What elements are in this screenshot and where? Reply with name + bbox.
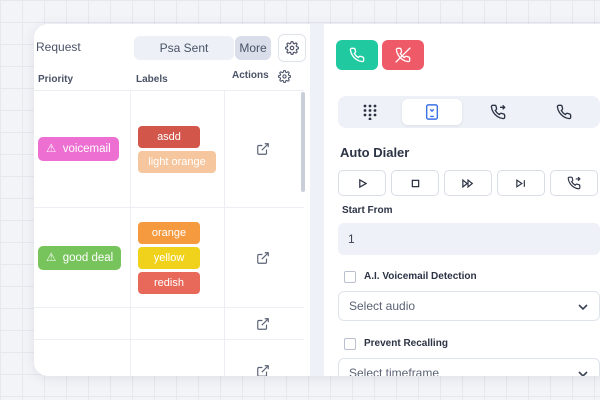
phone-forward-icon (567, 176, 581, 190)
column-header-actions: Actions (232, 70, 269, 81)
label-tag[interactable]: orange (138, 222, 200, 244)
phone-calling-icon (556, 104, 572, 120)
tab-auto-dialer[interactable] (402, 99, 462, 125)
more-button[interactable]: More (235, 36, 271, 60)
select-timeframe-placeholder: Select timeframe (349, 366, 440, 376)
gear-icon (278, 70, 291, 83)
play-icon (358, 178, 367, 188)
start-from-label: Start From (342, 205, 393, 216)
chevron-down-icon (578, 304, 588, 311)
skip-next-button[interactable] (497, 170, 545, 196)
fast-forward-icon (462, 178, 474, 188)
external-link-icon[interactable] (256, 251, 270, 265)
select-audio-dropdown[interactable]: Select audio (338, 291, 600, 321)
warning-icon: ⚠ (46, 252, 57, 264)
external-link-icon[interactable] (256, 364, 270, 376)
label-tag-text: asdd (157, 131, 181, 143)
column-divider (224, 90, 225, 376)
table-tab-bar: Request Psa Sent More (34, 34, 310, 62)
skip-next-icon (516, 178, 525, 188)
label-tag-text: light orange (148, 156, 206, 168)
external-link-icon[interactable] (256, 317, 270, 331)
start-from-input[interactable]: 1 (338, 223, 600, 255)
column-divider (130, 90, 131, 376)
gear-icon (285, 41, 299, 55)
settings-button[interactable] (278, 34, 306, 62)
voicemail-detection-label: A.I. Voicemail Detection (364, 271, 477, 282)
priority-label: good deal (62, 252, 114, 264)
prevent-recalling-label: Prevent Recalling (364, 338, 448, 349)
column-settings-button[interactable] (278, 70, 291, 86)
row-divider (34, 339, 304, 340)
prevent-recalling-checkbox[interactable] (344, 338, 356, 350)
row-divider (34, 307, 304, 308)
row-divider (34, 207, 304, 208)
priority-label: voicemail (62, 143, 111, 155)
tab-keypad[interactable] (340, 99, 400, 125)
label-tag[interactable]: redish (138, 272, 200, 294)
tab-psa-sent[interactable]: Psa Sent (134, 36, 234, 60)
label-tag-text: yellow (153, 252, 185, 264)
select-timeframe-dropdown[interactable]: Select timeframe (338, 358, 600, 376)
label-tag[interactable]: asdd (138, 126, 200, 148)
call-transfer-button[interactable] (550, 170, 598, 196)
phone-forward-icon (490, 104, 506, 120)
mobile-phone-icon (425, 104, 439, 120)
warning-icon: ⚠ (46, 143, 57, 155)
row-divider (34, 90, 304, 91)
contacts-table-panel: Request Psa Sent More Priority Labels Ac… (34, 24, 310, 376)
auto-dialer-title: Auto Dialer (340, 145, 410, 160)
label-tag[interactable]: yellow (138, 247, 200, 269)
priority-badge[interactable]: ⚠ voicemail (38, 137, 119, 161)
table-scrollbar[interactable] (301, 92, 305, 192)
voicemail-detection-checkbox[interactable] (344, 271, 356, 283)
label-tag-text: orange (151, 227, 187, 239)
fast-forward-button[interactable] (444, 170, 492, 196)
accept-call-button[interactable] (336, 40, 378, 70)
app-window: Request Psa Sent More Priority Labels Ac… (34, 24, 600, 376)
label-tag-text: redish (154, 277, 184, 289)
column-header-labels[interactable]: Labels (136, 74, 168, 85)
chevron-down-icon (578, 371, 588, 376)
label-tag[interactable]: light orange (138, 151, 216, 173)
reject-call-button[interactable] (382, 40, 424, 70)
tab-request[interactable]: Request (36, 40, 81, 54)
keypad-icon (363, 104, 377, 120)
tab-forward-call[interactable] (468, 99, 528, 125)
table-header: Priority Labels Actions (34, 68, 310, 90)
dialer-controls (338, 170, 600, 196)
priority-badge[interactable]: ⚠ good deal (38, 246, 122, 270)
tab-call-log[interactable] (534, 99, 594, 125)
phone-off-icon (395, 47, 411, 63)
external-link-icon[interactable] (256, 142, 270, 156)
dialer-panel: Auto Dialer Start From 1 A.I. Voicemail … (324, 24, 600, 376)
column-header-priority[interactable]: Priority (38, 74, 73, 85)
select-audio-placeholder: Select audio (349, 299, 416, 313)
dialer-mode-tabs (338, 96, 600, 128)
stop-icon (411, 179, 419, 187)
phone-icon (349, 47, 365, 63)
play-button[interactable] (338, 170, 386, 196)
stop-button[interactable] (391, 170, 439, 196)
panel-divider (310, 24, 324, 376)
